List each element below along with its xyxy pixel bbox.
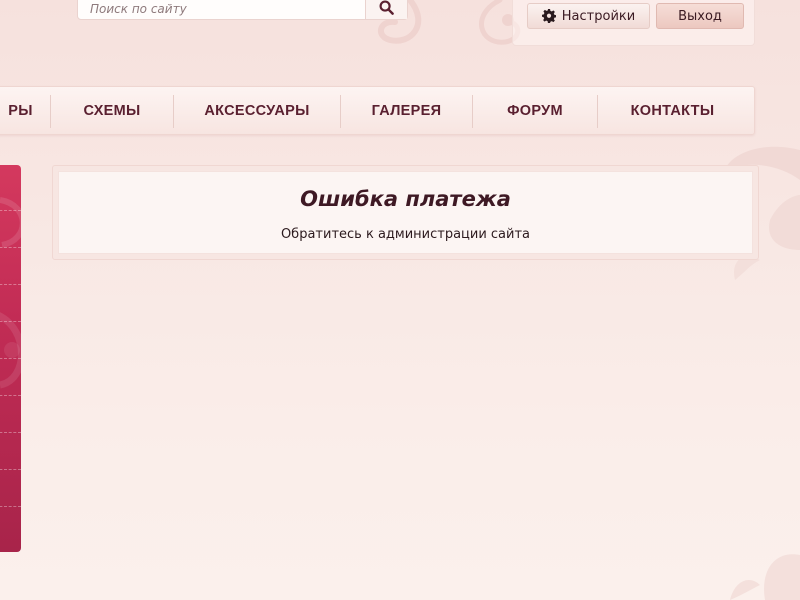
- logout-button[interactable]: Выход: [656, 3, 744, 29]
- sidebar-divider: [0, 506, 21, 507]
- nav-item-label: КОНТАКТЫ: [630, 102, 715, 119]
- search-button[interactable]: [365, 0, 407, 19]
- message-card: Ошибка платежа Обратитесь к администраци…: [52, 165, 759, 260]
- nav-item-accessories[interactable]: АКСЕССУАРЫ: [174, 87, 340, 134]
- nav-item-contacts[interactable]: КОНТАКТЫ: [598, 87, 747, 134]
- nav-item-schemes[interactable]: СХЕМЫ: [51, 87, 173, 134]
- nav-item-label: ГАЛЕРЕЯ: [371, 102, 442, 119]
- floral-decoration-bottom: [730, 554, 800, 600]
- logout-label: Выход: [678, 8, 722, 24]
- message-card-body: Ошибка платежа Обратитесь к администраци…: [58, 171, 753, 254]
- nav-item-label: РЫ: [8, 102, 33, 119]
- settings-button[interactable]: Настройки: [527, 3, 650, 29]
- sidebar-divider: [0, 358, 21, 359]
- sidebar-divider: [0, 247, 21, 248]
- gear-icon: [541, 9, 556, 23]
- sidebar-divider: [0, 321, 21, 322]
- nav-item-label: СХЕМЫ: [83, 102, 141, 119]
- nav-item-partial[interactable]: РЫ: [0, 87, 50, 134]
- page-title: Ошибка платежа: [300, 187, 511, 211]
- main-nav: РЫ СХЕМЫ АКСЕССУАРЫ ГАЛЕРЕЯ ФОРУМ КОНТАК…: [0, 86, 755, 135]
- search-box: [77, 0, 408, 20]
- sidebar-divider: [0, 210, 21, 211]
- sidebar-divider: [0, 395, 21, 396]
- sidebar-divider: [0, 432, 21, 433]
- nav-item-label: ФОРУМ: [507, 102, 563, 119]
- nav-item-gallery[interactable]: ГАЛЕРЕЯ: [341, 87, 472, 134]
- search-icon: [379, 0, 394, 15]
- message-text: Обратитесь к администрации сайта: [280, 227, 531, 242]
- nav-item-label: АКСЕССУАРЫ: [204, 102, 310, 119]
- sidebar-menu: [0, 165, 21, 552]
- sidebar-divider: [0, 284, 21, 285]
- search-input[interactable]: [78, 0, 365, 19]
- nav-item-forum[interactable]: ФОРУМ: [473, 87, 597, 134]
- settings-label: Настройки: [561, 8, 636, 24]
- sidebar-divider: [0, 469, 21, 470]
